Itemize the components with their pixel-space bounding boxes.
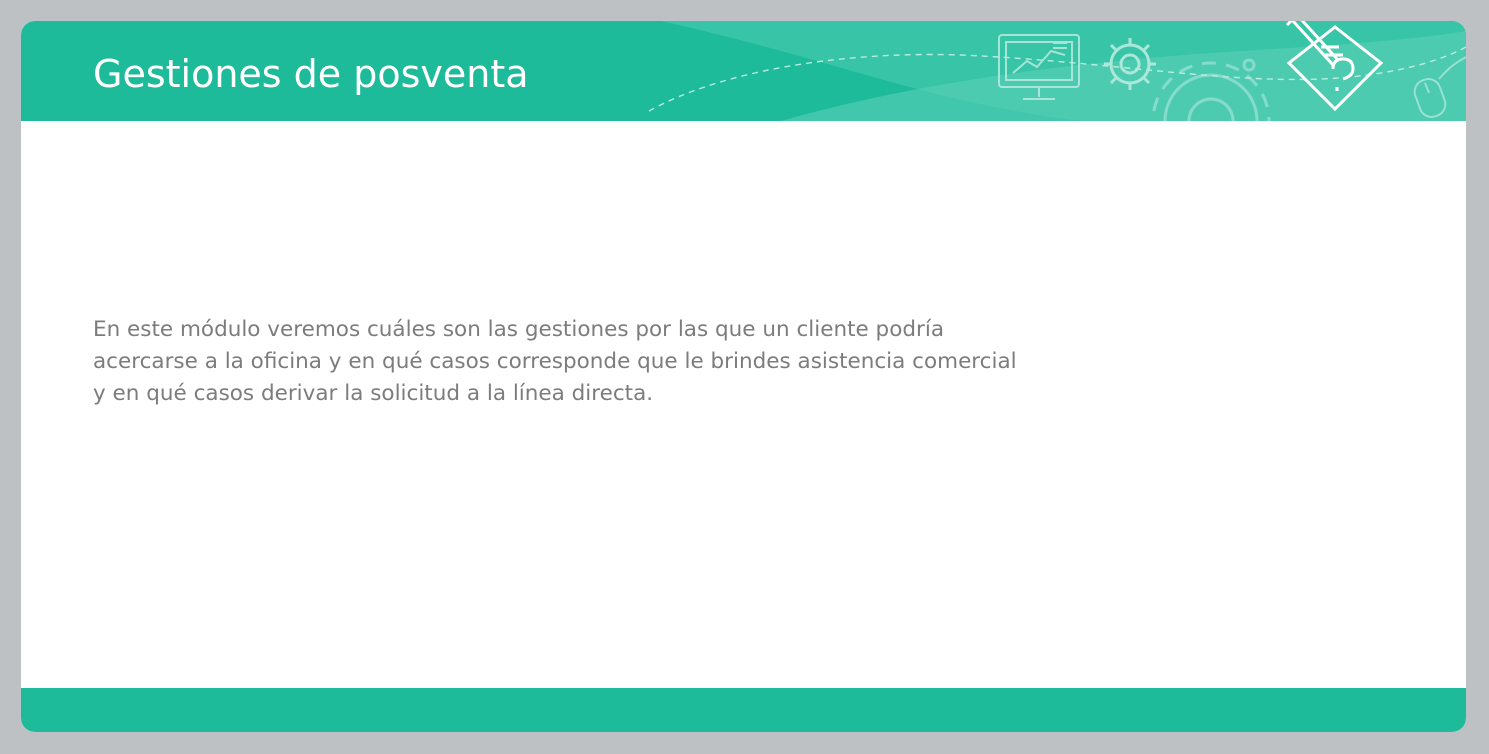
intro-paragraph: En este módulo veremos cuáles son las ge… [93, 317, 1017, 406]
slide-header: Gestiones de posventa [21, 21, 1466, 121]
page-title: Gestiones de posventa [93, 52, 529, 96]
slide-card: Gestiones de posventa En este módulo ver… [21, 21, 1466, 732]
slide-footer-bar [21, 688, 1466, 732]
